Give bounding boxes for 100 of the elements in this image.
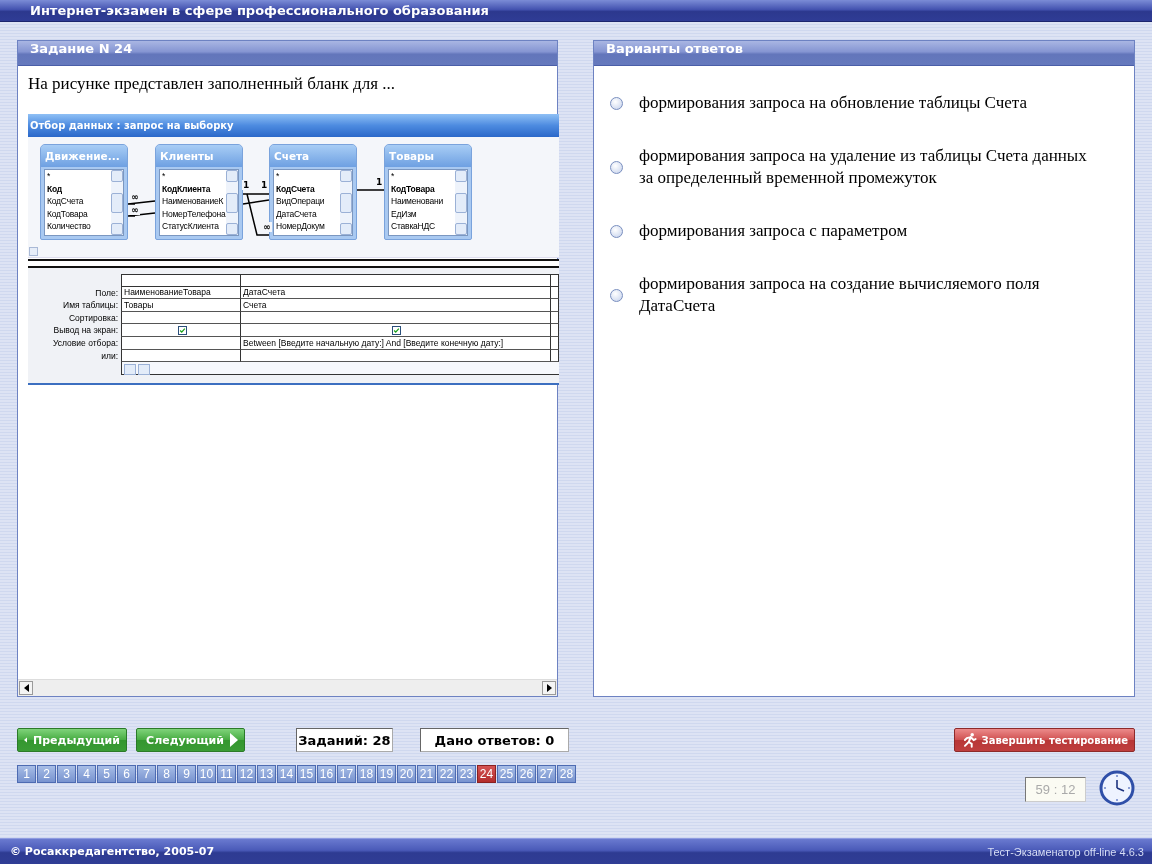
page-number-button[interactable]: 11 (217, 765, 236, 783)
page-number-button[interactable]: 19 (377, 765, 396, 783)
field-name: ВидОпераци (275, 195, 326, 208)
field-name: КодСчета (46, 195, 85, 208)
page-number-button[interactable]: 13 (257, 765, 276, 783)
vertical-scrollbar[interactable] (111, 170, 123, 235)
field-name: КодКлиента (161, 182, 212, 196)
window-title-bar: Отбор данных : запрос на выборку (28, 114, 559, 137)
answered-count: Дано ответов: 0 (420, 728, 569, 752)
left-arrow-icon[interactable] (23, 684, 29, 692)
page-number-button[interactable]: 24 (477, 765, 496, 783)
row-label: или: (100, 349, 119, 363)
field-name: ЕдИзм (390, 207, 418, 221)
table-cell[interactable] (121, 324, 241, 337)
checkbox[interactable] (177, 325, 187, 335)
window-title: Интернет-экзамен в сфере профессионального образования (30, 2, 489, 20)
vertical-scrollbar[interactable] (340, 170, 352, 235)
page-number-button[interactable]: 2 (37, 765, 56, 783)
relationship-line (356, 189, 385, 191)
relation-mark: 1 (242, 180, 251, 190)
page-number-button[interactable]: 10 (197, 765, 216, 783)
row-label: Поле: (94, 286, 119, 300)
field-name: КодТовара (390, 182, 436, 196)
table-cell[interactable] (551, 286, 559, 300)
field-name: КодТовара (46, 207, 89, 221)
radio-button[interactable] (610, 96, 623, 110)
page-number-button[interactable]: 17 (337, 765, 356, 783)
table-cell[interactable] (551, 299, 559, 312)
radio-button[interactable] (610, 224, 623, 238)
page-number-button[interactable]: 18 (357, 765, 376, 783)
page-number-button[interactable]: 4 (77, 765, 96, 783)
page-number-button[interactable]: 9 (177, 765, 196, 783)
page-number-button[interactable]: 20 (397, 765, 416, 783)
vertical-scrollbar[interactable] (226, 170, 238, 235)
column-selector[interactable] (551, 274, 559, 287)
horizontal-scrollbar[interactable] (121, 362, 559, 375)
table-title: Счета (270, 145, 356, 167)
page-number-button[interactable]: 26 (517, 765, 536, 783)
field-name: * (46, 170, 52, 183)
field-name: СтатусКлиента (161, 220, 220, 233)
answer-option[interactable]: формирования запроса на создание вычисляемого поля ДатаСчета (639, 273, 1097, 317)
page-number-button[interactable]: 27 (537, 765, 556, 783)
page-number-button[interactable]: 7 (137, 765, 156, 783)
column-selector[interactable] (121, 274, 241, 287)
field-name: Код (46, 182, 64, 196)
table-title: Товары (385, 145, 471, 167)
answer-option[interactable]: формирования запроса на удаление из таблицы Счета данных за определенный временной промежуток (639, 145, 1097, 189)
page-number-button[interactable]: 25 (497, 765, 516, 783)
next-button[interactable]: Следующий (136, 728, 245, 752)
row-label: Вывод на экран: (52, 324, 119, 337)
relation-mark: ∞ (130, 192, 140, 202)
page-number-button[interactable]: 16 (317, 765, 336, 783)
field-name: * (390, 170, 396, 183)
table-cell[interactable]: Счета (241, 299, 551, 312)
page-number-button[interactable]: 1 (17, 765, 36, 783)
page-number-button[interactable]: 23 (457, 765, 476, 783)
row-label: Условие отбора: (51, 336, 119, 350)
running-person-icon (962, 732, 978, 748)
page-number-button[interactable]: 12 (237, 765, 256, 783)
table-title: Клиенты (156, 145, 242, 167)
scroll-thumb[interactable] (29, 247, 38, 256)
copyright-text: © Росаккредагентство, 2005-07 (10, 845, 215, 858)
right-arrow-icon[interactable] (546, 684, 552, 692)
column-selector[interactable] (241, 274, 551, 287)
radio-button[interactable] (610, 288, 623, 302)
page-number-button[interactable]: 5 (97, 765, 116, 783)
relation-mark: 1 (260, 180, 269, 190)
relationship-line (127, 200, 156, 205)
row-label: Имя таблицы: (62, 299, 119, 312)
page-number-button[interactable]: 22 (437, 765, 456, 783)
page-number-button[interactable]: 6 (117, 765, 136, 783)
answer-option[interactable]: формирования запроса на обновление таблицы Счета (639, 92, 1027, 114)
table-cell[interactable] (551, 336, 559, 350)
page-number-button[interactable]: 28 (557, 765, 576, 783)
finish-button[interactable]: Завершить тестирование (954, 728, 1135, 752)
table-title: Движение... (41, 145, 127, 167)
relation-mark: ∞ (262, 222, 272, 232)
field-name: ДатаСчета (275, 207, 318, 221)
splitter-bar[interactable] (28, 259, 559, 268)
panel-header: Задание N 24 (18, 41, 557, 66)
page-number-button[interactable]: 8 (157, 765, 176, 783)
question-text: На рисунке представлен заполненный бланк для ... (28, 74, 395, 94)
table-cell[interactable] (241, 324, 551, 337)
field-name: СтавкаНДС (390, 220, 437, 233)
page-number-button[interactable]: 15 (297, 765, 316, 783)
field-name: НомерТелефона (161, 207, 227, 221)
radio-button[interactable] (610, 160, 623, 174)
table-cell[interactable] (551, 311, 559, 325)
page-number-button[interactable]: 14 (277, 765, 296, 783)
right-arrow-icon (230, 733, 238, 747)
table-cell[interactable] (551, 324, 559, 337)
page-number-button[interactable]: 21 (417, 765, 436, 783)
checkbox[interactable] (392, 325, 401, 335)
answer-option[interactable]: формирования запроса с параметром (639, 220, 908, 242)
table-cell[interactable]: Товары (121, 299, 241, 312)
vertical-scrollbar[interactable] (455, 170, 467, 235)
field-name: КодСчета (275, 182, 316, 196)
table-cell[interactable] (551, 349, 559, 363)
page-number-button[interactable]: 3 (57, 765, 76, 783)
previous-button[interactable]: Предыдущий (17, 728, 127, 752)
